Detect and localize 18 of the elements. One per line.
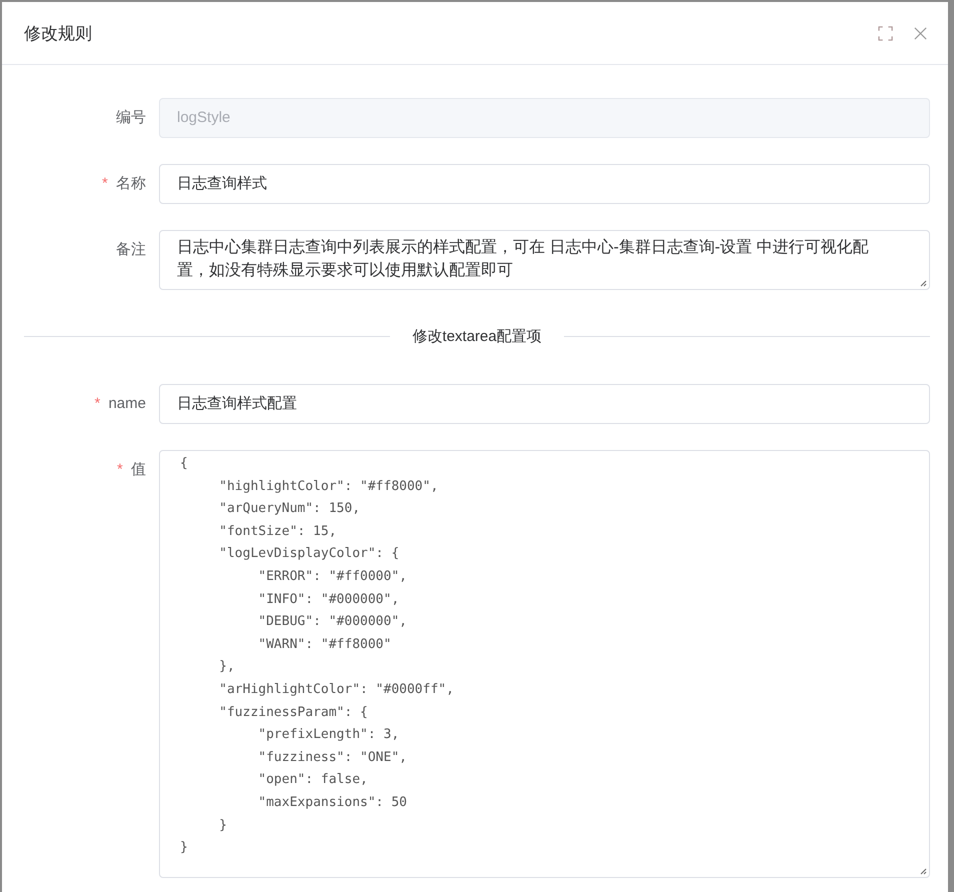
field-label: name <box>108 395 146 412</box>
close-icon[interactable] <box>913 26 928 40</box>
required-mark: * <box>116 461 123 478</box>
field-label: 名称 <box>116 175 146 192</box>
required-mark: * <box>102 175 108 192</box>
field-label: 值 <box>131 461 146 478</box>
resize-handle-icon[interactable] <box>919 867 927 875</box>
field-label: 编号 <box>116 109 146 126</box>
textarea-field[interactable]: 日志中心集群日志查询中列表展示的样式配置，可在 日志中心-集群日志查询-设置 中进行可视化配置，如没有特殊显示要求可以使用默认配置即可 <box>159 230 930 290</box>
input-field[interactable]: 日志查询样式 <box>159 164 930 204</box>
code-textarea[interactable]: { "highlightColor": "#ff8000", "arQueryNum": 150, "fontSize": 15, "logLevDisplayColor": { "ERROR": "#ff0000", "INFO": "#000000", "DEBUG": "#000000", "WARN": "#ff8000" }, "arHighlightColor": "#0000ff", "fuzzinessParam": { "prefixLength": 3, "fuzziness": "ONE", "open": false, "maxExpansions": 50 } } <box>159 450 930 878</box>
section-divider-title: 修改textarea配置项 <box>412 327 542 346</box>
fullscreen-icon[interactable] <box>878 26 893 40</box>
required-mark: * <box>94 395 100 412</box>
dialog-title: 修改规则 <box>24 22 92 44</box>
input-field[interactable]: 日志查询样式配置 <box>159 384 930 424</box>
field-label: 备注 <box>116 241 146 258</box>
resize-handle-icon[interactable] <box>919 279 927 287</box>
